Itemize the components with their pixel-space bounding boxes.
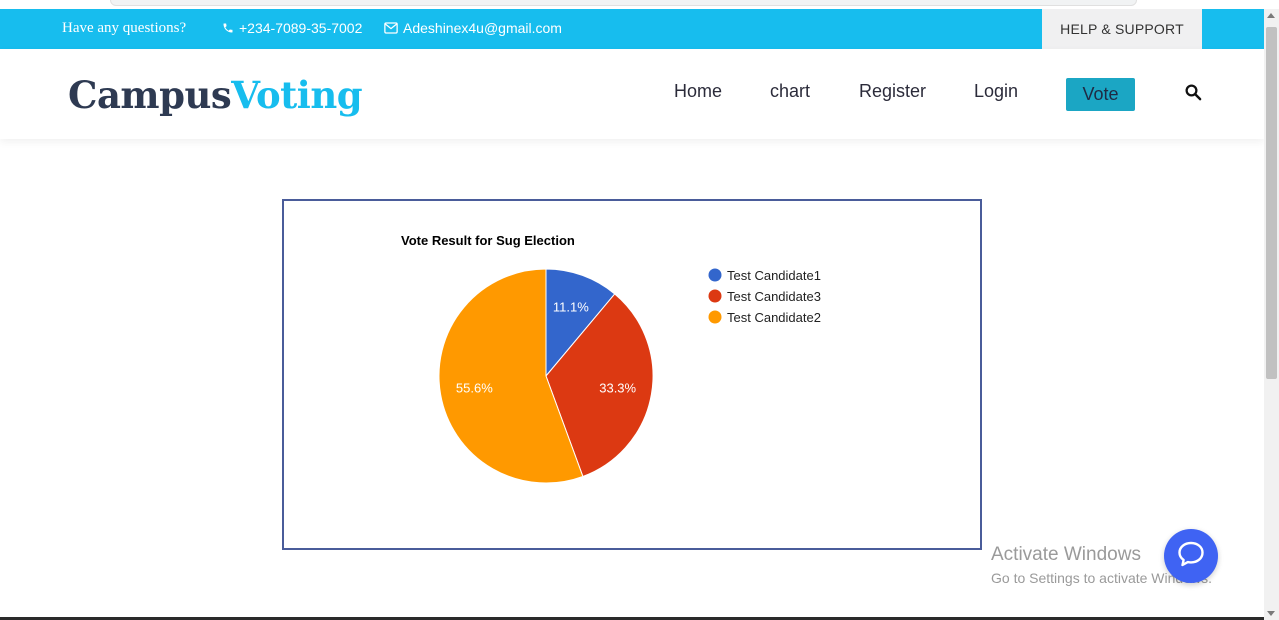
vote-button[interactable]: Vote <box>1066 78 1135 111</box>
phone-number: +234-7089-35-7002 <box>239 20 363 36</box>
site-logo[interactable]: CampusVoting <box>68 73 363 117</box>
pie-chart-svg: Vote Result for Sug Election 11.1% 33.3% 5… <box>401 233 821 484</box>
site-header: CampusVoting Home chart Register Login V… <box>0 49 1264 139</box>
address-bar[interactable] <box>110 0 1137 6</box>
search-icon[interactable] <box>1184 83 1202 106</box>
scroll-up-arrow-icon[interactable] <box>1267 13 1275 18</box>
slice-percent-label: 33.3% <box>599 381 636 396</box>
page-scrollbar[interactable] <box>1264 9 1279 620</box>
scroll-down-arrow-icon[interactable] <box>1267 611 1275 616</box>
phone-icon <box>222 22 234 34</box>
top-info-bar: Have any questions? +234-7089-35-7002 Ad… <box>0 9 1264 49</box>
legend-label[interactable]: Test Candidate3 <box>727 289 821 304</box>
help-support-button[interactable]: HELP & SUPPORT <box>1042 9 1202 49</box>
slice-percent-label: 11.1% <box>553 300 589 315</box>
logo-voting: Voting <box>231 73 363 117</box>
chat-button[interactable] <box>1164 529 1218 583</box>
chart-legend: Test Candidate1 Test Candidate3 Test Candi… <box>708 268 821 325</box>
vote-result-chart: Vote Result for Sug Election 11.1% 33.3% 5… <box>282 199 982 550</box>
phone-contact[interactable]: +234-7089-35-7002 <box>222 20 362 36</box>
browser-address-strip <box>0 0 1279 9</box>
nav-register-link[interactable]: Register <box>859 81 926 102</box>
nav-chart-link[interactable]: chart <box>770 81 810 102</box>
questions-text: Have any questions? <box>62 20 187 36</box>
nav-home-link[interactable]: Home <box>674 81 722 102</box>
slice-percent-label: 55.6% <box>456 381 493 396</box>
email-address: Adeshinex4u@gmail.com <box>403 20 562 36</box>
legend-label[interactable]: Test Candidate2 <box>727 310 821 325</box>
chat-bubble-icon <box>1176 539 1206 574</box>
legend-marker <box>708 310 722 324</box>
nav-login-link[interactable]: Login <box>974 81 1018 102</box>
legend-marker <box>708 268 722 282</box>
legend-marker <box>708 289 722 303</box>
legend-label[interactable]: Test Candidate1 <box>727 268 821 283</box>
scrollbar-thumb[interactable] <box>1266 27 1277 379</box>
envelope-icon <box>384 22 398 34</box>
chart-title: Vote Result for Sug Election <box>401 233 575 248</box>
email-contact[interactable]: Adeshinex4u@gmail.com <box>384 20 562 36</box>
logo-campus: Campus <box>68 73 232 117</box>
pie-slices: 11.1% 33.3% 55.6% <box>438 268 654 484</box>
